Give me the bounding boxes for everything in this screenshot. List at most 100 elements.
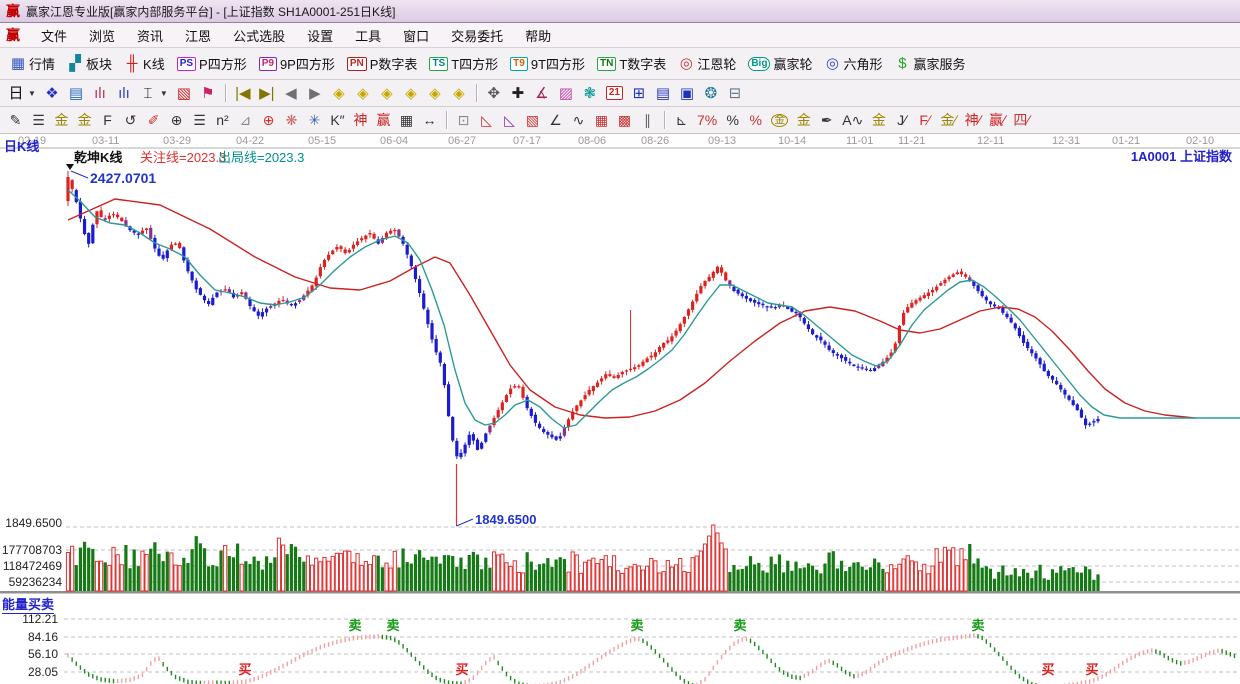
pan-hand-button[interactable]: ✥: [482, 84, 506, 103]
j-angle-tool-button[interactable]: J∕: [890, 111, 913, 129]
gold-price-tool-button[interactable]: 金: [50, 111, 73, 129]
hexagon-button[interactable]: ◎六角形: [818, 52, 888, 75]
a-wave-tool-button[interactable]: A∿: [838, 111, 867, 129]
menu-help[interactable]: 帮助: [514, 24, 562, 47]
menu-tools[interactable]: 工具: [344, 24, 392, 47]
k-note-tool-button[interactable]: K″: [326, 111, 349, 129]
quote-button[interactable]: ▦行情: [4, 52, 61, 75]
web2-tool-button[interactable]: ✳: [303, 111, 326, 129]
kline-button[interactable]: ╫K线: [118, 52, 171, 75]
grid-dense2-tool-button[interactable]: ▩: [613, 111, 636, 129]
check-wave-tool-button[interactable]: ∿: [567, 111, 590, 129]
angle-a-tool-button[interactable]: ⊿: [234, 111, 257, 129]
expand-x-diamond-button[interactable]: ◈: [375, 84, 399, 103]
period-day-dropdown[interactable]: 日▼: [4, 84, 40, 103]
t9-square-button[interactable]: T99T四方形: [504, 52, 591, 75]
menu-window[interactable]: 窗口: [392, 24, 440, 47]
chart-area[interactable]: 02-1903-1103-2904-2205-1506-0406-2707-17…: [0, 134, 1240, 684]
p9-square-button[interactable]: P99P四方形: [253, 52, 341, 75]
menu-news[interactable]: 资讯: [126, 24, 174, 47]
bar-scale-tool-button[interactable]: ⊾: [670, 111, 693, 129]
circle-grid-tool-button[interactable]: ⊕: [165, 111, 188, 129]
prev-bar-button[interactable]: ◀: [279, 84, 303, 103]
target-tool-button[interactable]: ⊕: [257, 111, 280, 129]
gann-box-tool-button[interactable]: ▨: [554, 84, 578, 103]
spiral-tool-button[interactable]: ↺: [119, 111, 142, 129]
save-button[interactable]: ▣: [675, 84, 699, 103]
pen-tool-button[interactable]: ✎: [4, 111, 27, 129]
mini-chart-9-button[interactable]: ılı: [112, 84, 136, 103]
sector-button[interactable]: ▞板块: [61, 52, 118, 75]
percent-tool-button[interactable]: %: [721, 111, 744, 129]
t-square-button[interactable]: TST四方形: [423, 52, 504, 75]
menu-file[interactable]: 文件: [30, 24, 78, 47]
shift-left-diamond-button[interactable]: ◈: [327, 84, 351, 103]
network-chart-button[interactable]: ❖: [40, 84, 64, 103]
four-angle-tool-button[interactable]: 四∕: [1009, 111, 1033, 129]
last-bar-button[interactable]: ▶|: [255, 84, 279, 103]
ruler2-tool-button[interactable]: ☰: [188, 111, 211, 129]
p-number-table-button[interactable]: PNP数字表: [341, 52, 424, 75]
menu-gann[interactable]: 江恩: [174, 24, 222, 47]
n-square-tool-button[interactable]: n²: [211, 111, 234, 129]
ink-flag-tool-button[interactable]: ✒: [815, 111, 838, 129]
box-select-tool-button[interactable]: ⊡: [452, 111, 475, 129]
win-angle-tool-button[interactable]: 赢∕: [985, 111, 1009, 129]
angle-measure-button[interactable]: ∡: [530, 84, 554, 103]
pen2-tool-button[interactable]: ✐: [142, 111, 165, 129]
web-save-button[interactable]: ❂: [699, 84, 723, 103]
gold-circle-tool-button[interactable]: 金: [767, 112, 792, 129]
win-tool-button[interactable]: 赢: [372, 111, 395, 129]
print-button[interactable]: ⊟: [723, 84, 747, 103]
gold-angle2-tool-button[interactable]: 金∕: [936, 111, 960, 129]
fib-tool-button[interactable]: F: [96, 111, 119, 129]
compress-all-diamond-button[interactable]: ◈: [423, 84, 447, 103]
t-number-table-button[interactable]: TNT数字表: [591, 52, 672, 75]
calendar-button[interactable]: 21: [602, 84, 627, 102]
win-tool-button-icon: 赢: [376, 113, 391, 127]
menu-trade[interactable]: 交易委托: [440, 24, 514, 47]
win-angle-tool-button-icon: 赢∕: [989, 113, 1005, 127]
grid123-tool-button[interactable]: ▦: [395, 111, 418, 129]
next-bar-button[interactable]: ▶: [303, 84, 327, 103]
wave-tool-button[interactable]: ❃: [578, 84, 602, 103]
formula-manager-button[interactable]: ▧: [172, 84, 196, 103]
fan-purple-tool-button[interactable]: ◺: [498, 111, 521, 129]
compress-x-diamond-button[interactable]: ◈: [399, 84, 423, 103]
grid-fan-tool-button[interactable]: ▧: [521, 111, 544, 129]
expand-all-diamond-button[interactable]: ◈: [447, 84, 471, 103]
god-angle-tool-button[interactable]: 神∕: [961, 111, 985, 129]
web-tool-button[interactable]: ❋: [280, 111, 303, 129]
percent-line-tool-button[interactable]: %: [744, 111, 767, 129]
colored-flag-chart-button[interactable]: ⚑: [196, 84, 220, 103]
gold-price2-tool-button[interactable]: 金: [73, 111, 96, 129]
slash-lines-tool-button[interactable]: ∥: [636, 111, 659, 129]
candle-style-dropdown[interactable]: ⌶▼: [136, 84, 172, 103]
p-square-button[interactable]: PSP四方形: [171, 52, 253, 75]
menu-browse[interactable]: 浏览: [78, 24, 126, 47]
chart-canvas[interactable]: [0, 134, 1240, 684]
notes-button[interactable]: ▤: [651, 84, 675, 103]
god-tool-button[interactable]: 神: [349, 111, 372, 129]
crosshair-button[interactable]: ✚: [506, 84, 530, 103]
indicator-pane-title[interactable]: 能量买卖: [2, 594, 54, 614]
fan-red-tool-button[interactable]: ◺: [475, 111, 498, 129]
winner-service-button[interactable]: $赢家服务: [888, 52, 971, 75]
percent7-tool-button[interactable]: 7%: [693, 111, 721, 129]
menu-settings[interactable]: 设置: [296, 24, 344, 47]
gold-line-tool-button[interactable]: 金: [792, 111, 815, 129]
gold-angle-tool-button[interactable]: 金: [867, 111, 890, 129]
grid-ruler-tool-button[interactable]: ☰: [27, 111, 50, 129]
grid-dense-tool-button[interactable]: ▦: [590, 111, 613, 129]
first-bar-button[interactable]: |◀: [231, 84, 255, 103]
angle-lines-tool-button[interactable]: ∠: [544, 111, 567, 129]
mini-chart-3-button[interactable]: ılı: [88, 84, 112, 103]
shift-right-diamond-button[interactable]: ◈: [351, 84, 375, 103]
winner-wheel-button[interactable]: Big赢家轮: [742, 52, 818, 75]
gann-wheel-button[interactable]: ◎江恩轮: [672, 52, 742, 75]
menu-formula-stock-pick[interactable]: 公式选股: [222, 24, 296, 47]
calculator-button[interactable]: ⊞: [627, 84, 651, 103]
f-angle-tool-button[interactable]: F∕: [913, 111, 936, 129]
info-document-button[interactable]: ▤: [64, 84, 88, 103]
width-tool-button[interactable]: ↔: [418, 111, 441, 129]
